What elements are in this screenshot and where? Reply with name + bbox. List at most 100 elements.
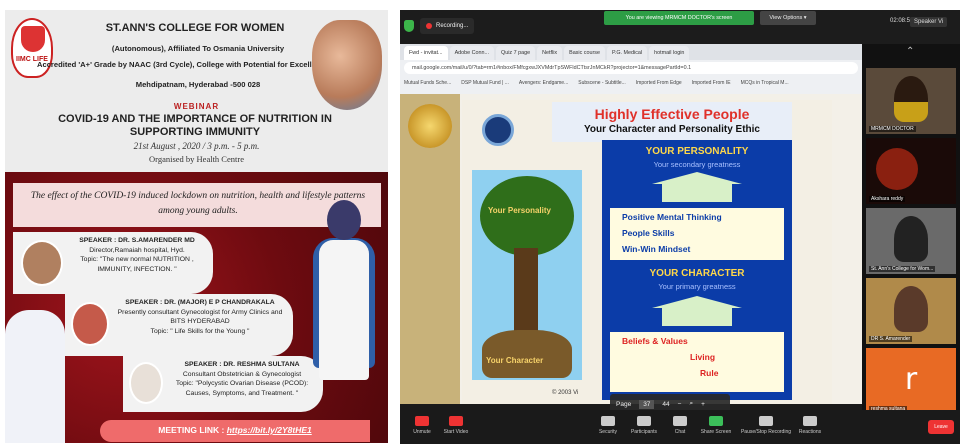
tree-crown (480, 176, 574, 256)
address-bar[interactable]: mail.google.com/mail/u/0/?tab=rm1#inbox/… (404, 62, 858, 74)
speaker-name: SPEAKER : DR. RESHMA SULTANA (184, 361, 300, 368)
speaker-name: SPEAKER : DR. S.AMARENDER MD (79, 237, 195, 244)
bullet-item: Win-Win Mindset (622, 244, 691, 254)
slide-side-decoration (400, 94, 460, 404)
doctor-head (327, 200, 361, 240)
presentation-slide: Highly Effective People Your Character a… (462, 100, 832, 404)
participant-gallery: ⌃ MRMCM DOCTOR Akshara reddy St. Ann's C… (862, 44, 960, 427)
browser-tab[interactable]: P.G. Medical (606, 46, 648, 60)
start-video-button[interactable]: Start Video (434, 416, 478, 435)
speaker-view-button[interactable]: Speaker Vi (910, 17, 948, 27)
video-off-icon (449, 416, 463, 426)
participant-tile[interactable]: DR S. Amarender (866, 278, 956, 344)
speaker-name: SPEAKER : DR. (MAJOR) E P CHANDRAKALA (125, 299, 275, 306)
bookmark-item[interactable]: DSP Mutual Fund | ... (461, 76, 509, 90)
chevron-up-icon[interactable]: ⌃ (906, 46, 914, 57)
ppe-illustration (5, 310, 65, 443)
browser-tab[interactable]: Adobe Conn... (449, 46, 495, 60)
bookmark-item[interactable]: MCQs in Tropical M... (741, 76, 789, 90)
college-title: ST.ANN'S COLLEGE FOR WOMEN (105, 22, 285, 34)
speaker-topic: Topic: "Polycystic Ovarian Disease (PCOD… (175, 380, 309, 397)
participant-tile[interactable]: Akshara reddy (866, 138, 956, 204)
participant-tile[interactable]: r reshma sultana (866, 348, 956, 414)
tree-roots (482, 330, 572, 378)
webinar-label: WEBINAR (173, 102, 220, 111)
shared-slide-area: Highly Effective People Your Character a… (400, 94, 862, 414)
participants-icon (637, 416, 651, 426)
pause-recording-button[interactable]: Pause/Stop Recording (736, 416, 796, 435)
participant-name: MRMCM DOCTOR (869, 126, 916, 132)
bookmark-item[interactable]: Avengers: Endgame... (519, 76, 568, 90)
bullet-item: People Skills (622, 228, 675, 238)
participant-avatar (894, 286, 928, 332)
meeting-link-banner: MEETING LINK : https://bit.ly/2Y8tHE1 (100, 420, 370, 442)
search-icon[interactable]: ⌕ (689, 400, 693, 408)
browser-tabbar: Fwd - invitat... Adobe Conn... Quiz 7 pa… (400, 44, 862, 60)
microphone-muted-icon (415, 416, 429, 426)
participant-tile[interactable]: St. Ann's College for Wom... (866, 208, 956, 274)
browser-tab[interactable]: Quiz 7 page (496, 46, 536, 60)
participant-avatar (894, 216, 928, 262)
participant-initial: r (904, 362, 918, 397)
slide-title-box: Highly Effective People Your Character a… (552, 102, 792, 142)
page-number-input[interactable]: 37 (639, 399, 655, 409)
slide-title: Highly Effective People (594, 106, 750, 122)
speaker-photo (21, 240, 63, 286)
share-screen-label: Share Screen (700, 429, 732, 435)
meeting-link[interactable]: https://bit.ly/2Y8tHE1 (227, 425, 312, 435)
effectiveness-panel: YOUR PERSONALITY Your secondary greatnes… (602, 140, 792, 400)
personality-heading: YOUR PERSONALITY (645, 146, 749, 157)
personality-bullets: Positive Mental Thinking People Skills W… (610, 208, 784, 260)
reactions-button[interactable]: Reactions (788, 416, 832, 435)
participants-label: Participants (630, 429, 658, 435)
doctor-illustration (305, 200, 383, 390)
bullet-item: Living (690, 352, 716, 362)
view-options-button[interactable]: View Options ▾ (760, 11, 816, 25)
reactions-icon (803, 416, 817, 426)
pause-stop-icon (759, 416, 773, 426)
bullet-item: Positive Mental Thinking (622, 212, 722, 222)
security-shield-icon (404, 20, 414, 32)
character-subheading: Your primary greatness (658, 282, 736, 291)
slide-copyright: © 2003 Vi (552, 390, 579, 396)
speaker-affiliation: Director,Ramaiah hospital, Hyd. (89, 246, 185, 254)
security-icon (601, 416, 615, 426)
browser-tab[interactable]: Basic course (564, 46, 605, 60)
browser-tab[interactable]: hotmail login (649, 46, 690, 60)
handwashing-illustration (312, 20, 382, 110)
speaker-affiliation: Consultant Obstetrician & Gynecologist (182, 370, 302, 378)
shared-browser: Fwd - invitat... Adobe Conn... Quiz 7 pa… (400, 44, 862, 94)
page-total: 44 (662, 400, 670, 408)
zoom-in-button[interactable]: + (701, 401, 705, 408)
zoom-top-bar: Recording... You are viewing MRMCM DOCTO… (400, 10, 960, 44)
recording-indicator[interactable]: Recording... (420, 18, 475, 34)
start-video-label: Start Video (443, 429, 469, 435)
bookmark-item[interactable]: Imported From Edge (636, 76, 682, 90)
bookmark-item[interactable]: Imported From IE (692, 76, 731, 90)
organiser-line: Organised by Health Centre (149, 154, 244, 164)
browser-tab[interactable]: Netflix (537, 46, 563, 60)
meeting-label: MEETING LINK : (158, 425, 225, 435)
speaker-topic: Topic: "The new normal NUTRITION , IMMUN… (80, 256, 194, 273)
your-character-label: Your Character (486, 356, 544, 365)
leave-button[interactable]: Leave (928, 420, 954, 434)
record-dot-icon (426, 23, 432, 29)
speaker-photo (129, 362, 163, 404)
screenshot-root: IIMC LIFE ST.ANN'S COLLEGE FOR WOMEN (Au… (0, 0, 960, 444)
bullet-item: Beliefs & Values (622, 336, 688, 346)
your-personality-label: Your Personality (488, 206, 551, 215)
bullet-item: Rule (700, 368, 719, 378)
bookmark-item[interactable]: Subscene - Subtitle... (578, 76, 626, 90)
zoom-out-button[interactable]: − (678, 401, 682, 408)
participant-tile[interactable]: MRMCM DOCTOR (866, 68, 956, 134)
speaker-topic: Topic: " Life Skills for the Young " (150, 327, 250, 335)
bookmark-item[interactable]: Mutual Funds Sche... (404, 76, 451, 90)
participant-name: DR S. Amarender (869, 336, 913, 342)
speaker-details: SPEAKER : DR. S.AMARENDER MD Director,Ra… (65, 236, 209, 274)
security-label: Security (598, 429, 618, 435)
browser-tab[interactable]: Fwd - invitat... (404, 46, 448, 60)
reactions-label: Reactions (798, 429, 822, 435)
personality-subheading: Your secondary greatness (653, 160, 741, 169)
share-screen-button[interactable]: Share Screen (694, 416, 738, 435)
speaker-photo (71, 302, 109, 346)
